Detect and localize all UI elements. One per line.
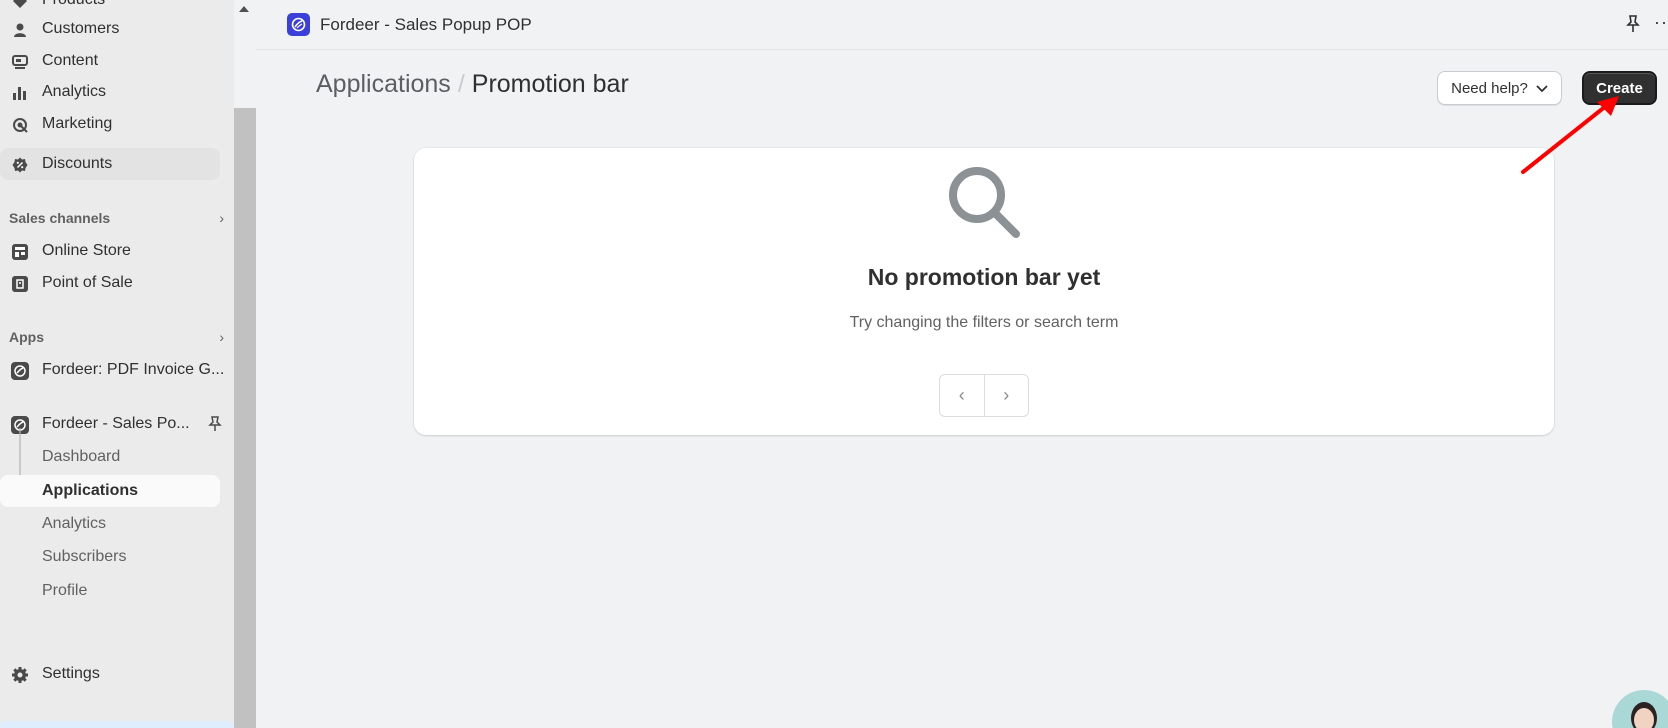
app-title-bar: Fordeer - Sales Popup POP ··	[256, 0, 1668, 50]
content-icon	[11, 53, 29, 71]
sidebar-item-marketing[interactable]: Marketing	[0, 108, 234, 140]
sidebar-item-label: Analytics	[42, 83, 107, 100]
sidebar-subitem-applications[interactable]: Applications	[0, 475, 220, 507]
sidebar-subitem-label: Profile	[42, 582, 88, 599]
sidebar-item-label: Online Store	[42, 242, 131, 259]
sidebar-subitem-subscribers[interactable]: Subscribers	[0, 541, 234, 573]
sidebar-item-analytics[interactable]: Analytics	[0, 76, 234, 108]
breadcrumb-separator: /	[457, 70, 465, 98]
next-page-button[interactable]: ›	[983, 375, 1029, 416]
empty-state-title: No promotion bar yet	[867, 264, 1101, 290]
sidebar-item-settings[interactable]: Settings	[0, 658, 234, 690]
sidebar-item-label: Discounts	[42, 155, 113, 172]
sidebar-item-label: Fordeer: PDF Invoice G...	[42, 361, 225, 378]
bar-chart-icon	[11, 84, 29, 102]
sidebar-item-label: Products	[42, 0, 105, 9]
store-icon	[11, 243, 29, 261]
sidebar: Products Customers Content Analytics Mar…	[0, 0, 234, 728]
sidebar-item-label: Content	[42, 52, 99, 69]
sidebar-subitem-label: Dashboard	[42, 448, 121, 465]
sidebar-item-label: Point of Sale	[42, 274, 133, 291]
sales-channels-heading[interactable]: Sales channels ›	[9, 207, 224, 229]
more-actions-icon[interactable]: ··	[1654, 12, 1668, 33]
chevron-right-icon: ›	[219, 210, 224, 226]
app-title: Fordeer - Sales Popup POP	[320, 15, 532, 34]
sidebar-item-customers[interactable]: Customers	[0, 13, 234, 45]
apps-heading[interactable]: Apps ›	[9, 326, 224, 348]
section-heading-label: Apps	[9, 329, 44, 345]
fordeer-app-icon	[11, 362, 29, 380]
scrollbar-thumb[interactable]	[234, 108, 256, 728]
sidebar-item-label: Marketing	[42, 115, 113, 132]
chevron-right-icon: ›	[219, 329, 224, 345]
sidebar-subitem-profile[interactable]: Profile	[0, 575, 234, 607]
pagination: ‹ ›	[939, 374, 1029, 417]
sidebar-subitem-dashboard[interactable]: Dashboard	[0, 441, 234, 473]
empty-state-subtitle: Try changing the filters or search term	[849, 314, 1119, 331]
pos-icon	[11, 275, 29, 293]
empty-state-card: No promotion bar yet Try changing the fi…	[414, 148, 1554, 435]
fordeer-logo-icon	[287, 13, 310, 36]
sidebar-item-content[interactable]: Content	[0, 45, 234, 77]
previous-page-button[interactable]: ‹	[940, 375, 984, 416]
sidebar-item-point-of-sale[interactable]: Point of Sale	[0, 267, 234, 299]
sidebar-item-label: Fordeer - Sales Po...	[42, 415, 190, 432]
target-icon	[11, 116, 29, 134]
person-icon	[11, 21, 29, 39]
sidebar-subitem-label: Applications	[42, 482, 139, 499]
discount-icon	[11, 156, 29, 174]
breadcrumb: Applications / Promotion bar	[316, 70, 629, 99]
sidebar-item-discounts[interactable]: Discounts	[0, 148, 220, 180]
sidebar-subitem-label: Subscribers	[42, 548, 127, 565]
tag-icon	[11, 0, 29, 10]
page-title: Promotion bar	[471, 70, 629, 98]
annotation-arrow	[1521, 96, 1619, 174]
breadcrumb-parent-link[interactable]: Applications	[316, 70, 451, 98]
sidebar-item-online-store[interactable]: Online Store	[0, 235, 234, 267]
search-icon	[946, 164, 1022, 245]
sidebar-item-label: Customers	[42, 20, 120, 37]
sidebar-item-label: Settings	[42, 665, 100, 682]
scroll-up-arrow-icon[interactable]	[239, 6, 249, 12]
sidebar-item-fordeer-pdf-invoice[interactable]: Fordeer: PDF Invoice G...	[0, 354, 234, 386]
support-chat-avatar[interactable]	[1612, 690, 1668, 728]
sidebar-item-fordeer-sales-popup[interactable]: Fordeer - Sales Po...	[0, 408, 234, 440]
section-heading-label: Sales channels	[9, 210, 111, 226]
pin-icon[interactable]	[208, 416, 222, 437]
gear-icon	[11, 666, 29, 684]
sidebar-subitem-analytics[interactable]: Analytics	[0, 508, 234, 540]
pin-icon[interactable]	[1626, 15, 1640, 38]
sidebar-subitem-label: Analytics	[42, 515, 107, 532]
sidebar-bottom-banner	[0, 721, 234, 728]
